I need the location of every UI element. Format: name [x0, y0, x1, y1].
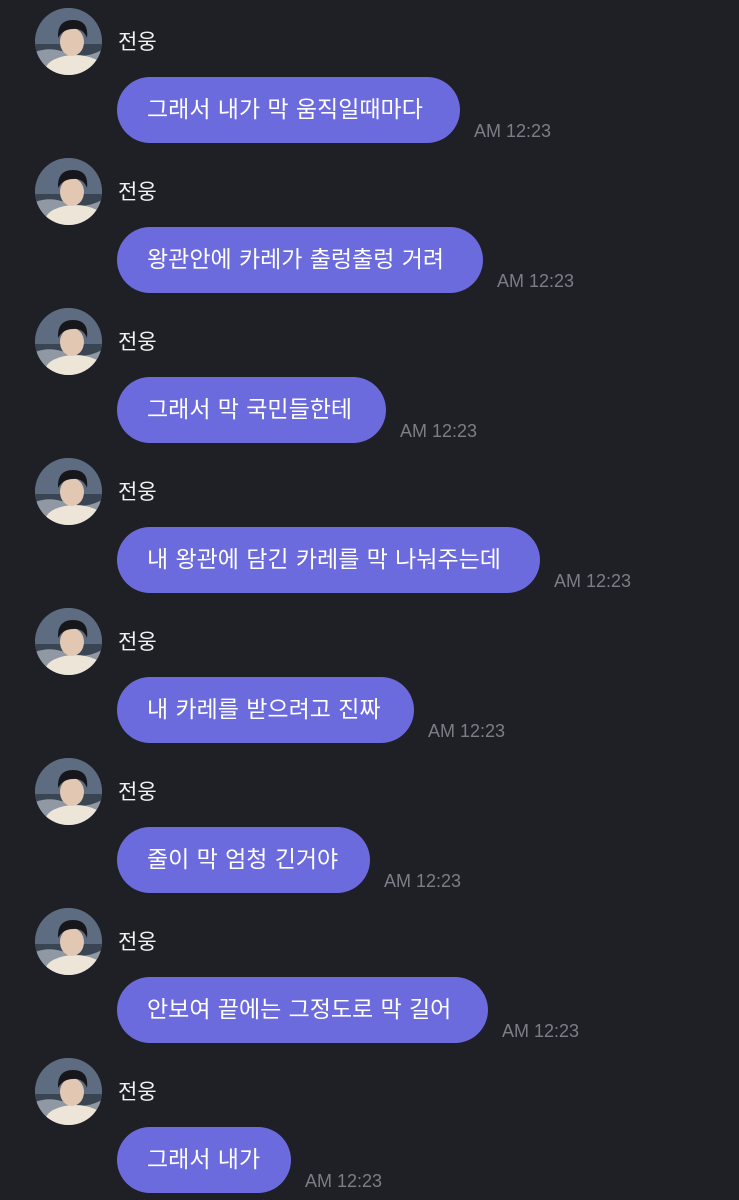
chat-message: 전웅 내 카레를 받으려고 진짜 AM 12:23 — [0, 600, 739, 750]
avatar-photo-icon — [35, 908, 102, 975]
avatar[interactable] — [35, 908, 102, 975]
sender-name: 전웅 — [118, 780, 157, 804]
sender-name: 전웅 — [118, 630, 157, 654]
avatar-photo-icon — [35, 608, 102, 675]
avatar-photo-icon — [35, 458, 102, 525]
message-timestamp: AM 12:23 — [497, 271, 575, 291]
avatar[interactable] — [35, 608, 102, 675]
avatar[interactable] — [35, 158, 102, 225]
message-timestamp: AM 12:23 — [502, 1021, 580, 1041]
message-bubble[interactable]: 그래서 내가 — [117, 1127, 291, 1193]
message-timestamp: AM 12:23 — [428, 721, 506, 741]
sender-name: 전웅 — [118, 930, 157, 954]
message-bubble[interactable]: 안보여 끝에는 그정도로 막 길어 — [117, 977, 488, 1043]
avatar[interactable] — [35, 758, 102, 825]
avatar-photo-icon — [35, 308, 102, 375]
avatar[interactable] — [35, 458, 102, 525]
sender-name: 전웅 — [118, 1080, 157, 1104]
message-bubble[interactable]: 내 왕관에 담긴 카레를 막 나눠주는데 — [117, 527, 540, 593]
message-timestamp: AM 12:23 — [384, 871, 462, 891]
avatar-photo-icon — [35, 758, 102, 825]
message-bubble[interactable]: 그래서 내가 막 움직일때마다 — [117, 77, 460, 143]
chat-message: 전웅 그래서 막 국민들한테 AM 12:23 — [0, 300, 739, 450]
message-timestamp: AM 12:23 — [474, 121, 552, 141]
avatar[interactable] — [35, 308, 102, 375]
sender-name: 전웅 — [118, 180, 157, 204]
chat-message: 전웅 그래서 내가 AM 12:23 — [0, 1050, 739, 1200]
message-bubble[interactable]: 그래서 막 국민들한테 — [117, 377, 386, 443]
chat-message: 전웅 그래서 내가 막 움직일때마다 AM 12:23 — [0, 0, 739, 150]
avatar[interactable] — [35, 1058, 102, 1125]
chat-message: 전웅 왕관안에 카레가 출렁출렁 거려 AM 12:23 — [0, 150, 739, 300]
message-bubble[interactable]: 줄이 막 엄청 긴거야 — [117, 827, 370, 893]
avatar-photo-icon — [35, 158, 102, 225]
avatar-photo-icon — [35, 8, 102, 75]
message-timestamp: AM 12:23 — [305, 1171, 383, 1191]
chat-message: 전웅 줄이 막 엄청 긴거야 AM 12:23 — [0, 750, 739, 900]
chat-message: 전웅 안보여 끝에는 그정도로 막 길어 AM 12:23 — [0, 900, 739, 1050]
message-timestamp: AM 12:23 — [554, 571, 632, 591]
message-bubble[interactable]: 왕관안에 카레가 출렁출렁 거려 — [117, 227, 483, 293]
message-timestamp: AM 12:23 — [400, 421, 478, 441]
chat-message-list[interactable]: 전웅 그래서 내가 막 움직일때마다 AM 12:23 전웅 왕관안에 카레가 … — [0, 0, 739, 1200]
avatar[interactable] — [35, 8, 102, 75]
sender-name: 전웅 — [118, 480, 157, 504]
sender-name: 전웅 — [118, 30, 157, 54]
avatar-photo-icon — [35, 1058, 102, 1125]
chat-message: 전웅 내 왕관에 담긴 카레를 막 나눠주는데 AM 12:23 — [0, 450, 739, 600]
message-bubble[interactable]: 내 카레를 받으려고 진짜 — [117, 677, 414, 743]
sender-name: 전웅 — [118, 330, 157, 354]
